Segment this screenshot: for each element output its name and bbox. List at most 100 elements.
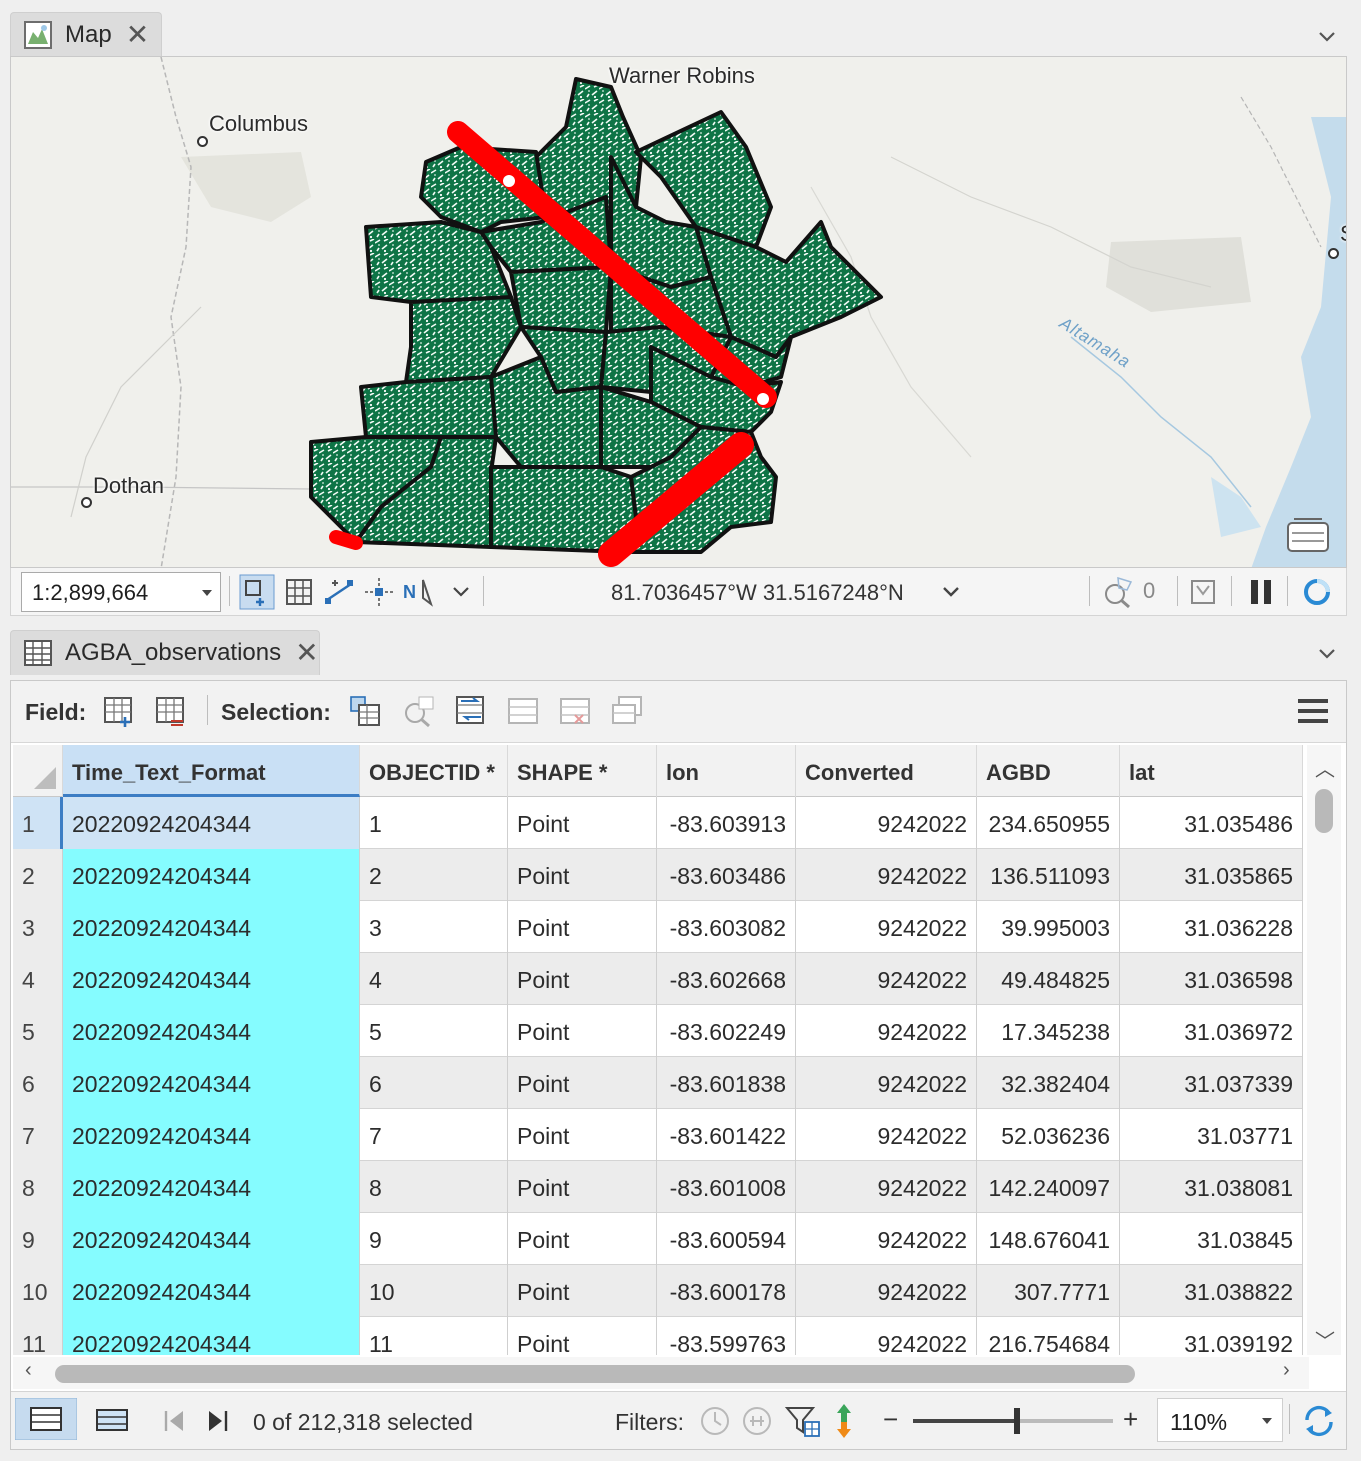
copy-selected-icon[interactable]: [609, 693, 645, 729]
time-filter-icon[interactable]: [697, 1400, 733, 1442]
time-cell[interactable]: 20220924204344: [63, 901, 360, 953]
lon-cell[interactable]: -83.600594: [657, 1213, 796, 1265]
lon-cell[interactable]: -83.602668: [657, 953, 796, 1005]
time-cell[interactable]: 20220924204344: [63, 849, 360, 901]
lat-cell[interactable]: 31.03771: [1120, 1109, 1303, 1161]
lat-cell[interactable]: 31.038822: [1120, 1265, 1303, 1317]
lat-cell[interactable]: 31.035865: [1120, 849, 1303, 901]
column-header[interactable]: SHAPE *: [508, 745, 657, 797]
select-all-corner[interactable]: [13, 745, 63, 797]
column-header[interactable]: lat: [1120, 745, 1303, 797]
table-filter-icon[interactable]: [1185, 574, 1221, 610]
north-arrow-icon[interactable]: N: [401, 574, 437, 610]
shape-cell[interactable]: Point: [508, 849, 657, 901]
snap-layer-icon[interactable]: [239, 574, 275, 610]
objectid-cell[interactable]: 4: [360, 953, 508, 1005]
objectid-cell[interactable]: 7: [360, 1109, 508, 1161]
lon-cell[interactable]: -83.602249: [657, 1005, 796, 1057]
agbd-cell[interactable]: 142.240097: [977, 1161, 1120, 1213]
shape-cell[interactable]: Point: [508, 1161, 657, 1213]
lat-cell[interactable]: 31.036598: [1120, 953, 1303, 1005]
agbd-cell[interactable]: 39.995003: [977, 901, 1120, 953]
converted-cell[interactable]: 9242022: [796, 1005, 977, 1057]
table-row[interactable]: 7 20220924204344 7 Point -83.601422 9242022 52…: [13, 1109, 1303, 1161]
time-cell[interactable]: 20220924204344: [63, 1057, 360, 1109]
refresh-icon[interactable]: [1299, 574, 1335, 610]
horizontal-scrollbar[interactable]: ‹ ›: [13, 1357, 1309, 1389]
table-row[interactable]: 9 20220924204344 9 Point -83.600594 9242022 14…: [13, 1213, 1303, 1265]
shape-cell[interactable]: Point: [508, 1005, 657, 1057]
table-row[interactable]: 4 20220924204344 4 Point -83.602668 9242022 49…: [13, 953, 1303, 1005]
agbd-cell[interactable]: 307.7771: [977, 1265, 1120, 1317]
delete-selected-icon[interactable]: [557, 693, 593, 729]
lat-cell[interactable]: 31.036972: [1120, 1005, 1303, 1057]
time-cell[interactable]: 20220924204344: [63, 1265, 360, 1317]
lon-cell[interactable]: -83.603082: [657, 901, 796, 953]
converted-cell[interactable]: 9242022: [796, 953, 977, 1005]
select-by-attributes-icon[interactable]: [347, 693, 383, 729]
shape-cell[interactable]: Point: [508, 901, 657, 953]
agbd-cell[interactable]: 32.382404: [977, 1057, 1120, 1109]
converted-cell[interactable]: 9242022: [796, 849, 977, 901]
close-icon[interactable]: ✕: [295, 639, 318, 667]
close-icon[interactable]: ✕: [126, 21, 149, 49]
map-view[interactable]: Warner Robins Columbus Dothan Altamaha S: [10, 56, 1347, 568]
converted-cell[interactable]: 9242022: [796, 1161, 977, 1213]
scroll-up-icon[interactable]: ︿: [1315, 753, 1335, 782]
show-selected-records-icon[interactable]: [91, 1400, 133, 1442]
objectid-cell[interactable]: 8: [360, 1161, 508, 1213]
calculate-field-icon[interactable]: [153, 693, 189, 729]
table-row[interactable]: 11 20220924204344 11 Point -83.599763 9242022…: [13, 1317, 1303, 1355]
zoom-in-button[interactable]: +: [1123, 1404, 1138, 1435]
zoom-slider[interactable]: [913, 1408, 1113, 1434]
objectid-cell[interactable]: 6: [360, 1057, 508, 1109]
row-number[interactable]: 7: [13, 1109, 63, 1161]
lat-cell[interactable]: 31.03845: [1120, 1213, 1303, 1265]
scroll-right-icon[interactable]: ›: [1283, 1359, 1290, 1382]
objectid-cell[interactable]: 11: [360, 1317, 508, 1355]
converted-cell[interactable]: 9242022: [796, 1109, 977, 1161]
scroll-down-icon[interactable]: ﹀: [1315, 1325, 1335, 1354]
zoom-to-selection-icon[interactable]: [401, 693, 437, 729]
time-cell[interactable]: 20220924204344: [63, 797, 360, 849]
lon-cell[interactable]: -83.603486: [657, 849, 796, 901]
lat-cell[interactable]: 31.036228: [1120, 901, 1303, 953]
agbd-cell[interactable]: 136.511093: [977, 849, 1120, 901]
row-number[interactable]: 3: [13, 901, 63, 953]
row-number[interactable]: 5: [13, 1005, 63, 1057]
converted-cell[interactable]: 9242022: [796, 1213, 977, 1265]
refresh-icon[interactable]: [1299, 1400, 1339, 1442]
lon-cell[interactable]: -83.601422: [657, 1109, 796, 1161]
lon-cell[interactable]: -83.603913: [657, 797, 796, 849]
column-header[interactable]: AGBD: [977, 745, 1120, 797]
last-record-icon[interactable]: [203, 1400, 233, 1442]
lon-cell[interactable]: -83.601838: [657, 1057, 796, 1109]
agbd-cell[interactable]: 49.484825: [977, 953, 1120, 1005]
scale-selector[interactable]: 1:2,899,664: [21, 572, 221, 612]
objectid-cell[interactable]: 5: [360, 1005, 508, 1057]
lat-cell[interactable]: 31.037339: [1120, 1057, 1303, 1109]
clear-selection-icon[interactable]: [505, 693, 541, 729]
column-header[interactable]: Converted: [796, 745, 977, 797]
column-header[interactable]: Time_Text_Format: [63, 745, 360, 797]
row-number[interactable]: 8: [13, 1161, 63, 1213]
time-cell[interactable]: 20220924204344: [63, 953, 360, 1005]
agbd-cell[interactable]: 148.676041: [977, 1213, 1120, 1265]
row-number[interactable]: 4: [13, 953, 63, 1005]
lat-cell[interactable]: 31.035486: [1120, 797, 1303, 849]
column-header[interactable]: OBJECTID *: [360, 745, 508, 797]
objectid-cell[interactable]: 3: [360, 901, 508, 953]
table-grid[interactable]: Time_Text_Format OBJECTID * SHAPE * lon …: [13, 745, 1303, 1355]
chevron-down-icon[interactable]: [443, 574, 479, 610]
converted-cell[interactable]: 9242022: [796, 797, 977, 849]
time-cell[interactable]: 20220924204344: [63, 1213, 360, 1265]
shape-cell[interactable]: Point: [508, 1213, 657, 1265]
filter-by-extent-icon[interactable]: [783, 1400, 823, 1442]
table-row[interactable]: 8 20220924204344 8 Point -83.601008 9242022 14…: [13, 1161, 1303, 1213]
snapping-icon[interactable]: [321, 574, 357, 610]
first-record-icon[interactable]: [159, 1400, 189, 1442]
range-filter-icon[interactable]: [739, 1400, 775, 1442]
chevron-down-icon[interactable]: [1315, 641, 1339, 665]
time-cell[interactable]: 20220924204344: [63, 1109, 360, 1161]
objectid-cell[interactable]: 9: [360, 1213, 508, 1265]
